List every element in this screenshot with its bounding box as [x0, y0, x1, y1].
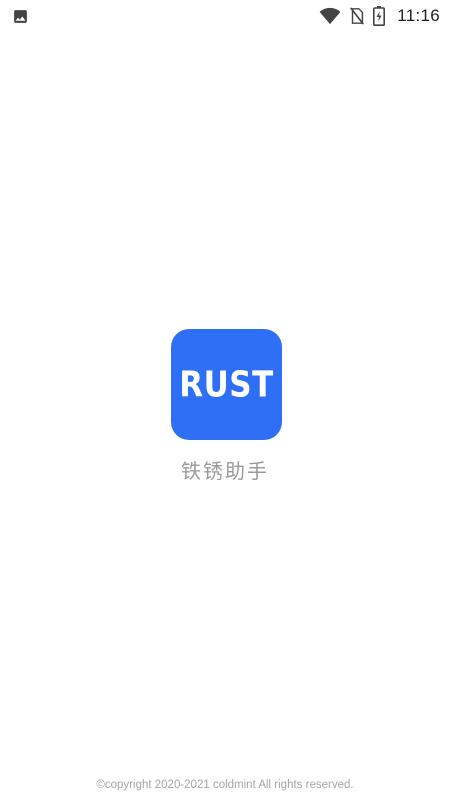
- image-icon: [12, 8, 29, 25]
- app-name: 铁锈助手: [181, 459, 269, 483]
- battery-charging-icon: [373, 6, 386, 26]
- app-logo-text: RUST: [179, 363, 274, 406]
- status-time: 11:16: [397, 6, 440, 25]
- no-sim-icon: [349, 7, 365, 25]
- splash-screen: 11:16 RUST 铁锈助手 ©copyright 2020-2021 col…: [0, 0, 450, 800]
- copyright-text: ©copyright 2020-2021 coldmint All rights…: [96, 779, 354, 791]
- status-bar: 11:16: [0, 0, 450, 32]
- wifi-icon: [319, 7, 341, 25]
- app-logo: RUST: [171, 329, 282, 440]
